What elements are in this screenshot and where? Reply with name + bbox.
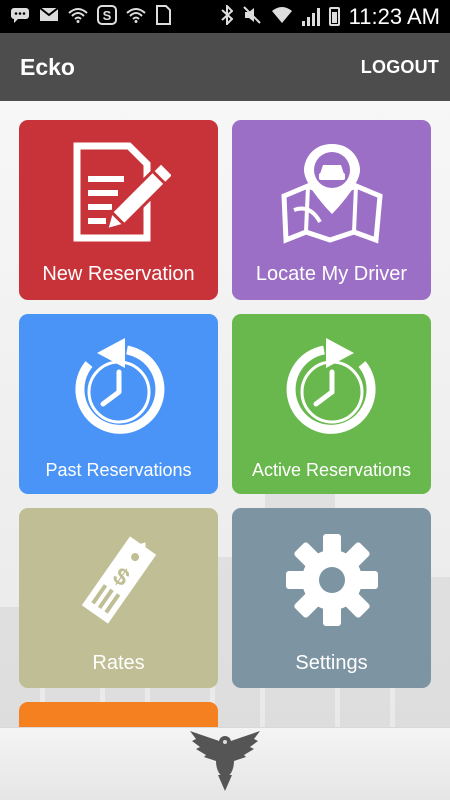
logout-button[interactable]: LOGOUT xyxy=(361,57,439,78)
footer xyxy=(0,727,450,800)
wifi-signal-icon xyxy=(271,6,293,28)
eagle-logo-icon xyxy=(188,729,262,800)
active-reservations-tile[interactable]: Active Reservations xyxy=(232,314,431,494)
active-reservations-label: Active Reservations xyxy=(251,460,412,480)
gear-icon xyxy=(280,528,384,637)
settings-tile[interactable]: Settings xyxy=(232,508,431,688)
past-reservations-label: Past Reservations xyxy=(45,460,192,480)
chat-icon xyxy=(10,7,30,27)
clock-forward-icon xyxy=(280,334,384,443)
price-tag-icon: $ xyxy=(67,528,171,637)
notification-icons: S xyxy=(10,4,171,29)
rates-tile[interactable]: $ Rates xyxy=(19,508,218,688)
app-title: Ecko xyxy=(20,53,75,80)
new-reservation-tile[interactable]: New Reservation xyxy=(19,120,218,300)
clock-history-icon xyxy=(67,334,171,443)
system-icons: 11:23 AM xyxy=(221,3,440,30)
battery-icon xyxy=(328,7,340,26)
partial-orange-tile[interactable] xyxy=(19,702,218,727)
mute-icon xyxy=(242,5,262,28)
new-reservation-label: New Reservation xyxy=(42,263,195,285)
sim-icon xyxy=(155,4,171,29)
dashboard-grid: New Reservation Locate My Driver Past Re… xyxy=(0,101,450,727)
skype-icon: S xyxy=(97,4,117,29)
wifi-icon xyxy=(68,7,88,27)
svg-text:S: S xyxy=(103,8,112,23)
locate-driver-label: Locate My Driver xyxy=(255,263,408,285)
past-reservations-tile[interactable]: Past Reservations xyxy=(19,314,218,494)
rates-label: Rates xyxy=(92,652,145,674)
bluetooth-icon xyxy=(221,3,234,29)
status-time: 11:23 AM xyxy=(348,3,440,29)
locate-driver-tile[interactable]: Locate My Driver xyxy=(232,120,431,300)
wifi-icon xyxy=(126,7,146,27)
cell-signal-icon xyxy=(301,7,320,26)
settings-label: Settings xyxy=(295,652,368,674)
status-bar: S 11:23 AM xyxy=(0,0,450,33)
map-pin-car-icon xyxy=(280,140,384,249)
gmail-icon xyxy=(39,7,59,26)
edit-document-icon xyxy=(67,140,176,249)
app-bar: Ecko LOGOUT xyxy=(0,33,450,101)
